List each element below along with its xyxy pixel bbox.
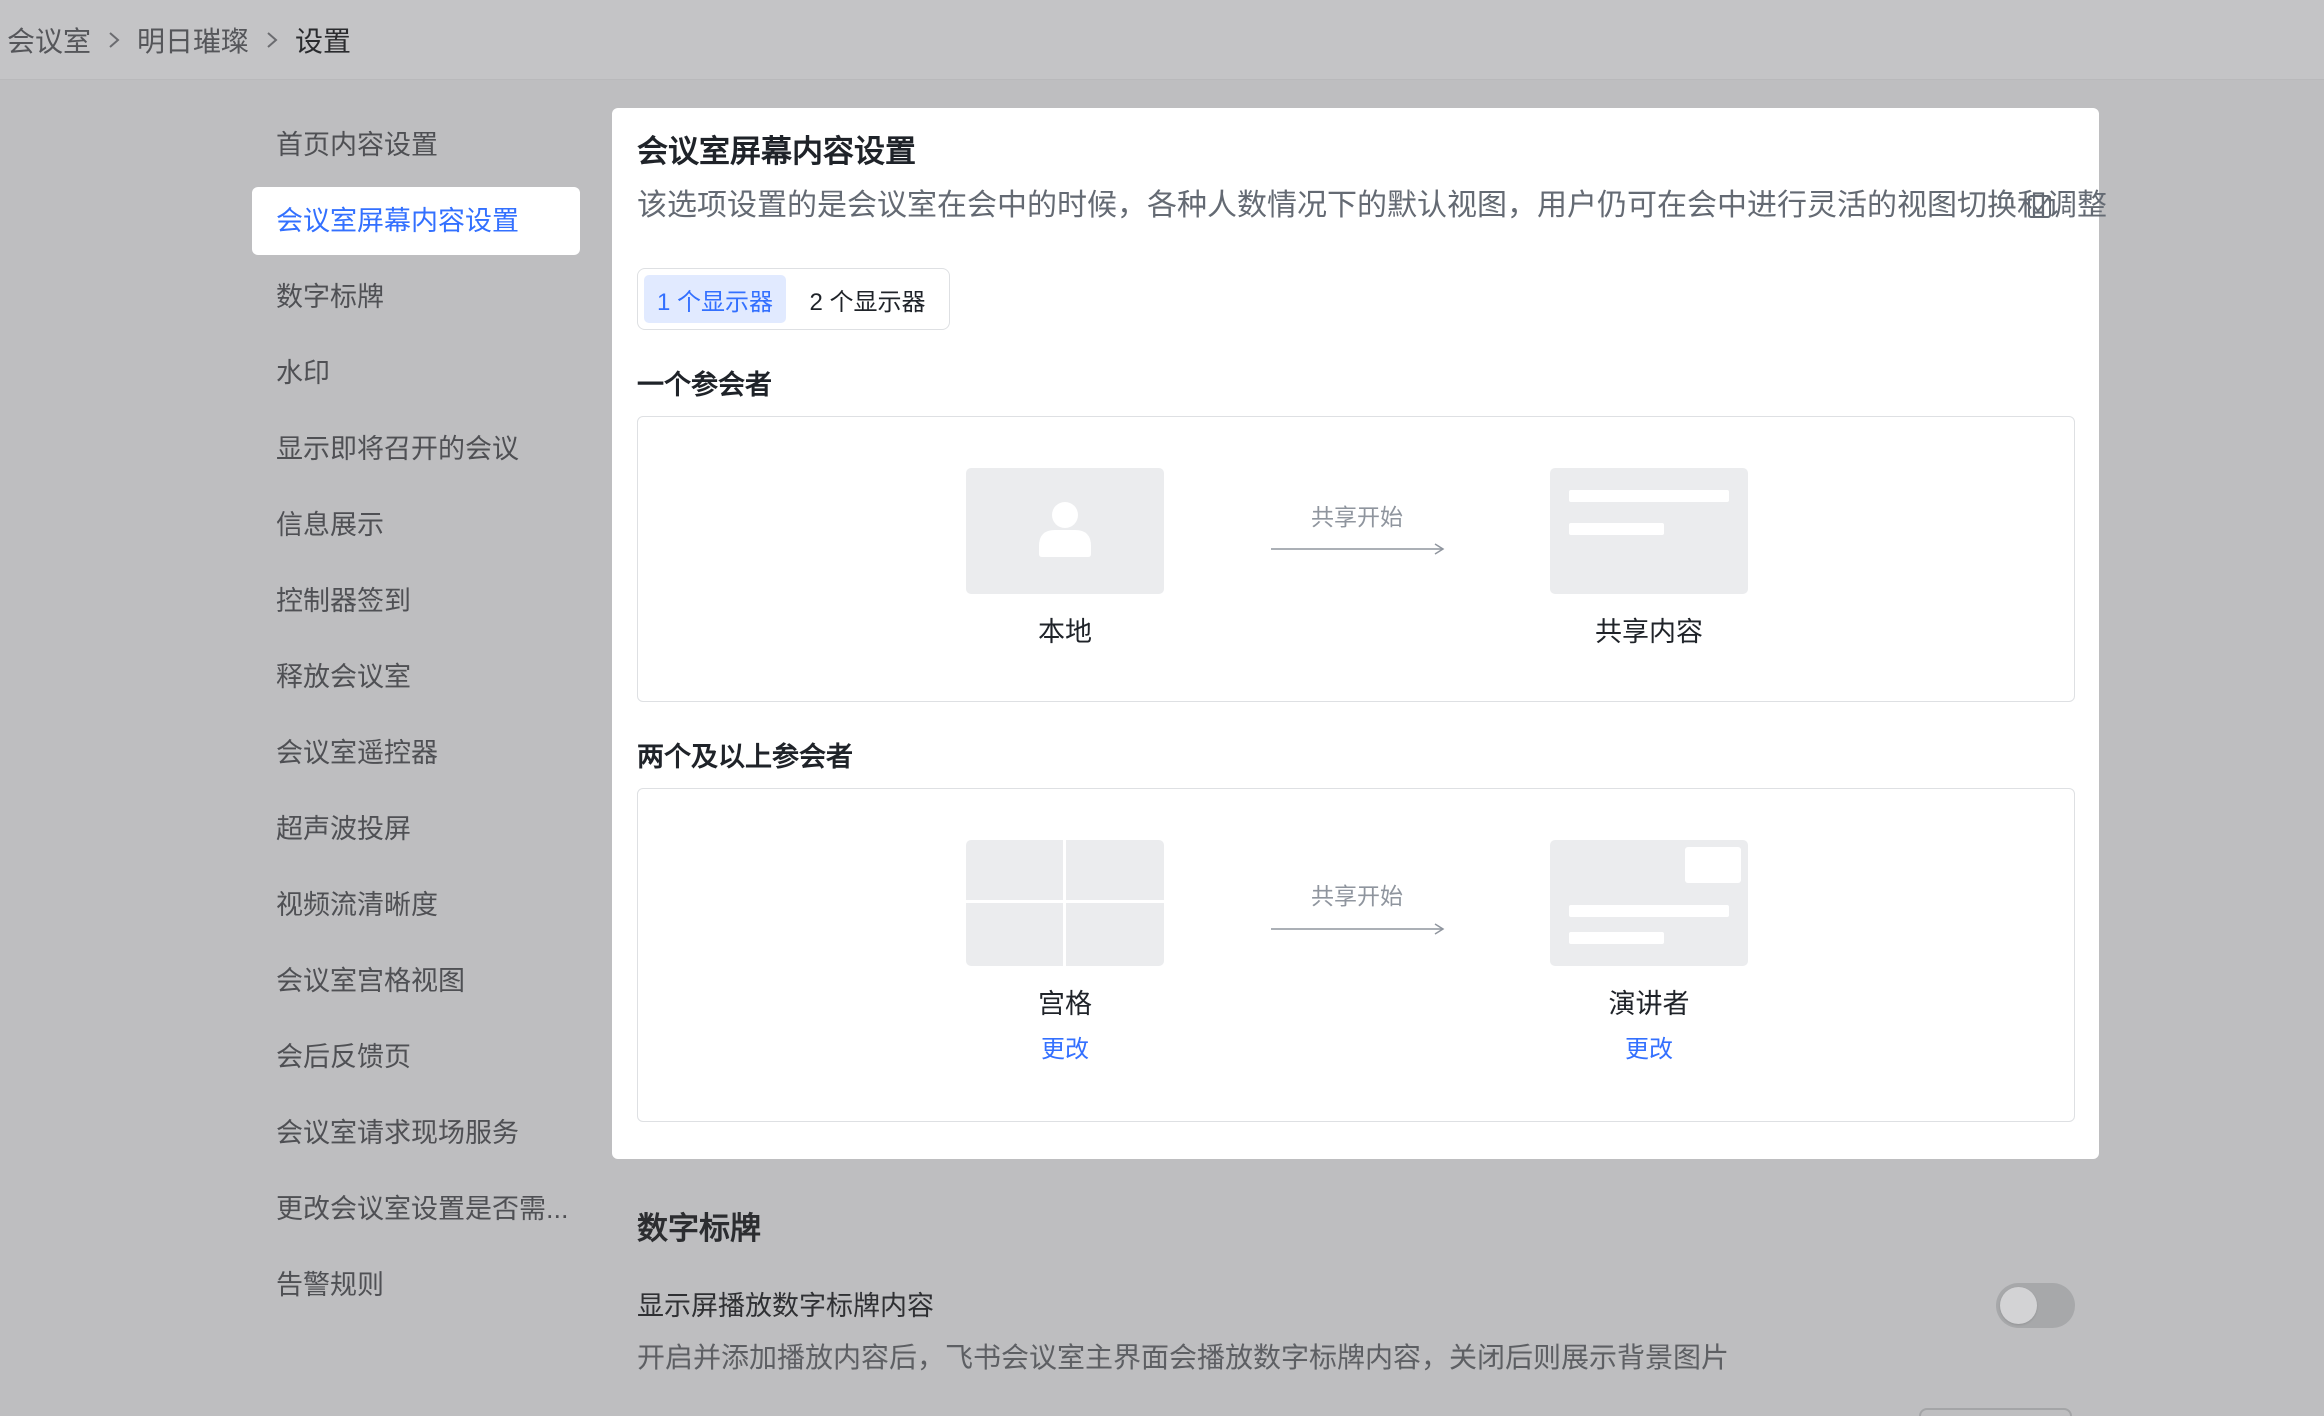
sidebar-item-controller-checkin[interactable]: 控制器签到: [252, 567, 580, 635]
digital-signage-setting-label: 显示屏播放数字标牌内容: [637, 1291, 934, 1321]
sidebar-item-release-room[interactable]: 释放会议室: [252, 643, 580, 711]
sidebar-item-video-stream-quality[interactable]: 视频流清晰度: [252, 871, 580, 939]
multiple-participants-heading: 两个及以上参会者: [637, 742, 853, 772]
sidebar-item-digital-signage[interactable]: 数字标牌: [252, 263, 580, 331]
sidebar-item-home-content[interactable]: 首页内容设置: [252, 111, 580, 179]
section-title: 会议室屏幕内容设置: [637, 134, 916, 169]
sidebar-item-watermark[interactable]: 水印: [252, 339, 580, 407]
sidebar-item-post-meeting-feedback[interactable]: 会后反馈页: [252, 1023, 580, 1091]
sidebar-item-onsite-service-request[interactable]: 会议室请求现场服务: [252, 1099, 580, 1167]
sidebar-item-upcoming-meetings[interactable]: 显示即将召开的会议: [252, 415, 580, 483]
shared-content-icon: [1569, 490, 1729, 535]
partial-button-edge[interactable]: [1919, 1408, 2072, 1416]
tab-one-display[interactable]: 1 个显示器: [644, 275, 786, 323]
chevron-right-icon-svg: [267, 32, 278, 48]
digital-signage-heading: 数字标牌: [637, 1211, 761, 1246]
single-participant-view-flow: 本地 共享开始 共享内容: [637, 416, 2075, 702]
section-description: 该选项设置的是会议室在会中的时候，各种人数情况下的默认视图，用户仍可在会中进行灵…: [637, 189, 2107, 222]
settings-sidebar: 首页内容设置 会议室屏幕内容设置 数字标牌 水印 显示即将召开的会议 信息展示 …: [252, 111, 580, 1327]
sidebar-item-settings-change-approval[interactable]: 更改会议室设置是否需...: [252, 1175, 580, 1243]
display-count-tabs: 1 个显示器 2 个显示器: [637, 268, 950, 330]
breadcrumb: 会议室 明日璀璨 设置: [7, 0, 351, 80]
top-bar: 会议室 明日璀璨 设置: [0, 0, 2324, 80]
arrow-right-icon: [1271, 539, 1445, 559]
shared-content-label: 共享内容: [1595, 617, 1703, 647]
shared-content-thumbnail: [1550, 468, 1748, 594]
chevron-right-icon: [265, 28, 279, 52]
arrow-right-icon-svg: [1271, 923, 1445, 935]
breadcrumb-item-rooms[interactable]: 会议室: [7, 20, 91, 60]
speaker-view-thumbnail: [1550, 840, 1748, 966]
chevron-right-icon-svg: [109, 32, 120, 48]
sidebar-item-info-display[interactable]: 信息展示: [252, 491, 580, 559]
sidebar-item-ultrasonic-casting[interactable]: 超声波投屏: [252, 795, 580, 863]
single-participant-heading: 一个参会者: [637, 370, 772, 400]
person-icon: [1039, 502, 1091, 557]
speaker-view-icon: [1569, 847, 1741, 944]
share-start-label: 共享开始: [1311, 883, 1403, 909]
toggle-knob: [2000, 1287, 2037, 1324]
screen-content-settings-card: 会议室屏幕内容设置 该选项设置的是会议室在会中的时候，各种人数情况下的默认视图，…: [612, 108, 2107, 1159]
sidebar-item-alert-rules[interactable]: 告警规则: [252, 1251, 580, 1319]
grid-view-thumbnail: [966, 840, 1164, 966]
sidebar-item-room-remote[interactable]: 会议室遥控器: [252, 719, 580, 787]
change-speaker-view-link[interactable]: 更改: [1499, 1030, 1799, 1070]
multiple-participants-view-flow: 宫格 更改 共享开始 演讲者 更改: [637, 788, 2075, 1122]
chevron-right-icon: [107, 28, 121, 52]
grid-view-icon: [966, 840, 1164, 966]
sidebar-item-room-screen-content[interactable]: 会议室屏幕内容设置: [252, 187, 580, 255]
check-square-icon-svg: [2028, 195, 2051, 218]
local-view-thumbnail: [966, 468, 1164, 594]
grid-view-label: 宫格: [1038, 989, 1092, 1019]
sidebar-item-room-grid-view[interactable]: 会议室宫格视图: [252, 947, 580, 1015]
arrow-right-icon: [1271, 919, 1445, 939]
digital-signage-toggle[interactable]: [1996, 1283, 2075, 1328]
share-start-label: 共享开始: [1311, 504, 1403, 530]
arrow-right-icon-svg: [1271, 543, 1445, 555]
change-grid-view-link[interactable]: 更改: [915, 1030, 1215, 1070]
breadcrumb-item-room-name[interactable]: 明日璀璨: [137, 20, 249, 60]
digital-signage-description: 开启并添加播放内容后，飞书会议室主界面会播放数字标牌内容，关闭后则展示背景图片: [637, 1342, 1730, 1373]
speaker-view-label: 演讲者: [1608, 989, 1690, 1019]
breadcrumb-item-settings: 设置: [295, 26, 352, 57]
check-square-icon[interactable]: [2027, 193, 2053, 219]
tab-two-displays[interactable]: 2 个显示器: [792, 275, 943, 323]
local-view-label: 本地: [1038, 617, 1092, 647]
